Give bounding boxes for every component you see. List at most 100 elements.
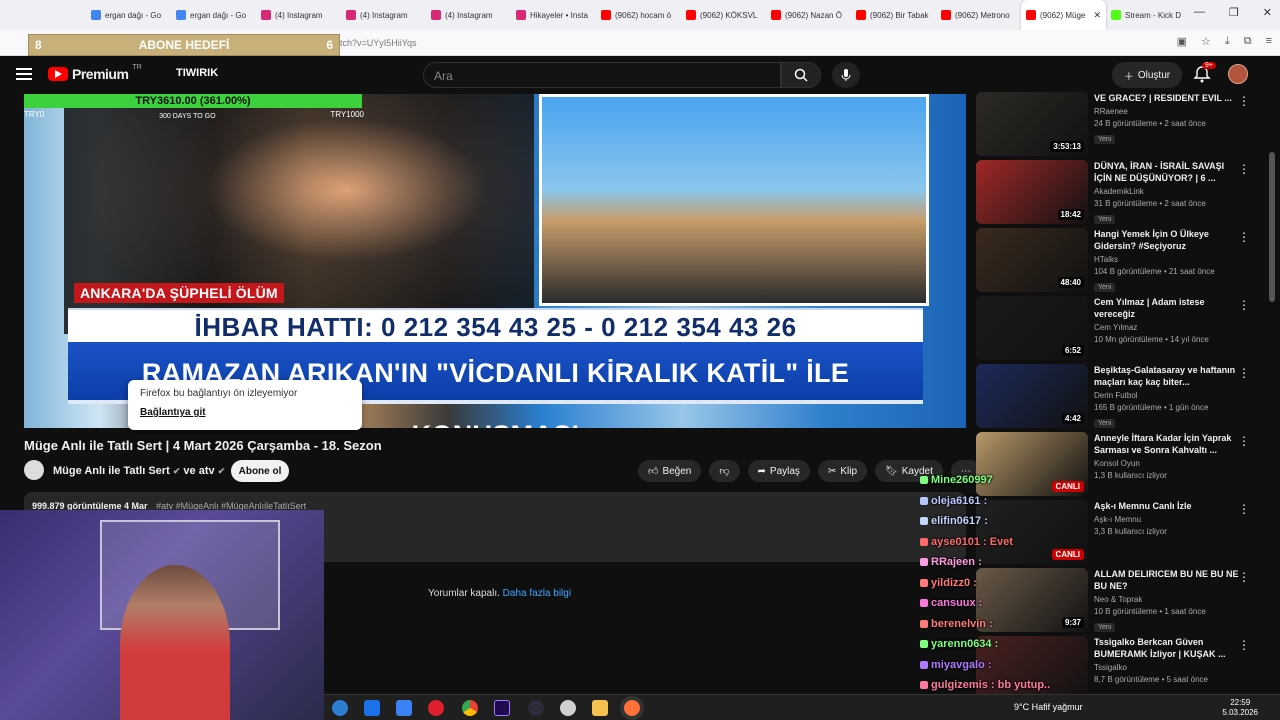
video-channel[interactable]: Neo & Toprak xyxy=(1094,595,1244,604)
learn-more-link[interactable]: Daha fazla bilgi xyxy=(503,588,571,599)
file-explorer-icon[interactable] xyxy=(592,700,608,716)
video-channel[interactable]: Derin Futbol xyxy=(1094,391,1244,400)
steam-icon[interactable] xyxy=(560,700,576,716)
video-title-text[interactable]: Hangi Yemek İçin O Ülkeye Gidersin? #Seç… xyxy=(1094,228,1244,252)
subscribe-button[interactable]: Abone ol xyxy=(231,460,289,482)
video-channel[interactable]: Tssigalko xyxy=(1094,663,1244,672)
more-options-icon[interactable]: ⋮ xyxy=(1238,366,1250,380)
popup-open-link[interactable]: Bağlantıya git xyxy=(140,407,350,418)
video-channel[interactable]: RRaenee xyxy=(1094,107,1244,116)
video-channel[interactable]: Aşk-ı Memnu xyxy=(1094,515,1244,524)
video-player[interactable]: TRY3610.00 (361.00%) TRY0 300 DAYS TO GO… xyxy=(24,94,966,428)
browser-tab[interactable]: (4) Instagram xyxy=(341,0,426,30)
opera-icon[interactable] xyxy=(428,700,444,716)
browser-tab[interactable]: (9062) Müge ✕ xyxy=(1021,0,1106,30)
voice-search-button[interactable] xyxy=(832,62,860,88)
more-options-icon[interactable]: ⋮ xyxy=(1238,94,1250,108)
extensions-icon[interactable]: ⧉ xyxy=(1244,35,1252,48)
url-text[interactable]: tch?v=UYyI5HiiYqs xyxy=(340,38,416,48)
minimize-icon[interactable]: — xyxy=(1194,6,1205,19)
account-avatar[interactable] xyxy=(1228,64,1248,84)
goal-title: ABONE HEDEFİ xyxy=(138,38,230,52)
news-banner-hotline: İHBAR HATTI: 0 212 354 43 25 - 0 212 354… xyxy=(68,308,923,342)
video-thumbnail[interactable]: 6:52 xyxy=(976,296,1088,360)
browser-tab[interactable]: (4) Instagram xyxy=(426,0,511,30)
chat-badge-icon xyxy=(920,558,928,567)
video-title-text[interactable]: Beşiktaş-Galatasaray ve haftanın maçları… xyxy=(1094,364,1244,388)
reader-icon[interactable]: ▣ xyxy=(1177,35,1187,48)
chrome-icon[interactable] xyxy=(462,700,478,716)
video-title-text[interactable]: Cem Yılmaz | Adam istese vereceğiz xyxy=(1094,296,1244,320)
duration-badge: 4:42 xyxy=(1061,413,1084,424)
more-options-icon[interactable]: ⋮ xyxy=(1238,638,1250,652)
more-options-icon[interactable]: ⋮ xyxy=(1238,570,1250,584)
clip-button[interactable]: ✂ Klip xyxy=(817,460,868,482)
video-thumbnail[interactable]: 18:42 xyxy=(976,160,1088,224)
menu-icon[interactable]: ≡ xyxy=(1266,35,1272,48)
channel-name-text[interactable]: Müge Anlı ile Tatlı Sert xyxy=(53,465,170,477)
video-title-text[interactable]: ALLAM DELIRICEM BU NE BU NE BU NE? xyxy=(1094,568,1244,592)
video-channel[interactable]: AkademikLink xyxy=(1094,187,1244,196)
download-icon[interactable]: ⤓ xyxy=(1225,35,1230,48)
logo-country: TR xyxy=(132,63,142,71)
recommended-video[interactable]: 6:52 Cem Yılmaz | Adam istese vereceğiz Ce… xyxy=(976,296,1256,362)
search-input[interactable]: Ara xyxy=(423,62,781,88)
youtube-logo[interactable]: Premium TR xyxy=(48,63,142,82)
page-scrollbar[interactable] xyxy=(1268,94,1276,694)
scrollbar-thumb[interactable] xyxy=(1269,152,1275,302)
browser-tab[interactable]: (9062) Bir Tabak xyxy=(851,0,936,30)
dislike-button[interactable]: 👎︎ xyxy=(709,460,740,482)
store-icon[interactable] xyxy=(364,700,380,716)
premiere-icon[interactable] xyxy=(494,700,510,716)
video-title-text[interactable]: Aşk-ı Memnu Canlı İzle xyxy=(1094,500,1244,512)
obs-icon[interactable] xyxy=(528,700,544,716)
video-title-text[interactable]: DÜNYA, İRAN - İSRAİL SAVAŞI İÇİN NE DÜŞÜ… xyxy=(1094,160,1244,184)
like-button[interactable]: 👍︎ Beğen xyxy=(638,460,702,482)
channel-name[interactable]: Müge Anlı ile Tatlı Sert ✔ ve atv ✔ xyxy=(53,465,225,477)
maximize-icon[interactable]: ❐ xyxy=(1229,6,1239,19)
video-thumbnail[interactable]: 4:42 xyxy=(976,364,1088,428)
more-options-icon[interactable]: ⋮ xyxy=(1238,162,1250,176)
mail-icon[interactable] xyxy=(396,700,412,716)
tab-favicon-icon xyxy=(856,10,866,20)
video-channel[interactable]: HTalks xyxy=(1094,255,1244,264)
browser-tab[interactable]: (4) Instagram xyxy=(256,0,341,30)
more-options-icon[interactable]: ⋮ xyxy=(1238,434,1250,448)
recommended-video[interactable]: 3:53:13 VE GRACE? | RESIDENT EVIL ... RRae… xyxy=(976,92,1256,158)
video-title-text[interactable]: Tssigalko Berkcan Güven BUMERAMK İzliyor… xyxy=(1094,636,1244,660)
video-thumbnail[interactable]: 3:53:13 xyxy=(976,92,1088,156)
channel-collab-text[interactable]: ve atv xyxy=(183,465,214,477)
browser-tab[interactable]: ergan dağı - Go xyxy=(171,0,256,30)
bookmark-star-icon[interactable]: ☆ xyxy=(1201,35,1211,48)
edge-icon[interactable] xyxy=(332,700,348,716)
browser-tab[interactable]: (9062) KÖKSVL xyxy=(681,0,766,30)
bookmark-icon: 🔖︎ xyxy=(885,465,898,477)
recommended-video[interactable]: 18:42 DÜNYA, İRAN - İSRAİL SAVAŞI İÇİN NE… xyxy=(976,160,1256,226)
browser-tab[interactable]: Stream - Kick D xyxy=(1106,0,1191,30)
video-title-text[interactable]: Anneyle İftara Kadar İçin Yaprak Sarması… xyxy=(1094,432,1244,456)
browser-tab[interactable]: Hikayeler • Insta xyxy=(511,0,596,30)
browser-tab[interactable]: (9062) Nazan Ö xyxy=(766,0,851,30)
channel-avatar[interactable] xyxy=(24,460,44,480)
system-clock[interactable]: 22:59 5.03.2026 xyxy=(1222,698,1258,718)
video-title-text[interactable]: VE GRACE? | RESIDENT EVIL ... xyxy=(1094,92,1244,104)
close-tab-icon[interactable]: ✕ xyxy=(1093,10,1101,21)
more-options-icon[interactable]: ⋮ xyxy=(1238,502,1250,516)
create-button[interactable]: ＋ Oluştur xyxy=(1112,62,1182,88)
browser-tab[interactable]: ergan dağı - Go xyxy=(86,0,171,30)
firefox-icon[interactable] xyxy=(624,700,640,716)
video-thumbnail[interactable]: 48:40 xyxy=(976,228,1088,292)
search-button[interactable] xyxy=(781,62,821,88)
share-button[interactable]: ➦ Paylaş xyxy=(747,460,810,482)
more-options-icon[interactable]: ⋮ xyxy=(1238,230,1250,244)
close-window-icon[interactable]: ✕ xyxy=(1263,6,1272,19)
recommended-video[interactable]: 4:42 Beşiktaş-Galatasaray ve haftanın maç… xyxy=(976,364,1256,430)
more-options-icon[interactable]: ⋮ xyxy=(1238,298,1250,312)
video-meta: 10 Mn görüntüleme • 14 yıl önce xyxy=(1094,335,1209,344)
video-channel[interactable]: Konsol Oyun xyxy=(1094,459,1244,468)
recommended-video[interactable]: 48:40 Hangi Yemek İçin O Ülkeye Gidersin?… xyxy=(976,228,1256,294)
hamburger-menu-icon[interactable] xyxy=(16,68,32,80)
video-channel[interactable]: Cem Yılmaz xyxy=(1094,323,1244,332)
browser-tab[interactable]: (9062) Metrono xyxy=(936,0,1021,30)
browser-tab[interactable]: (9062) hocam ö xyxy=(596,0,681,30)
